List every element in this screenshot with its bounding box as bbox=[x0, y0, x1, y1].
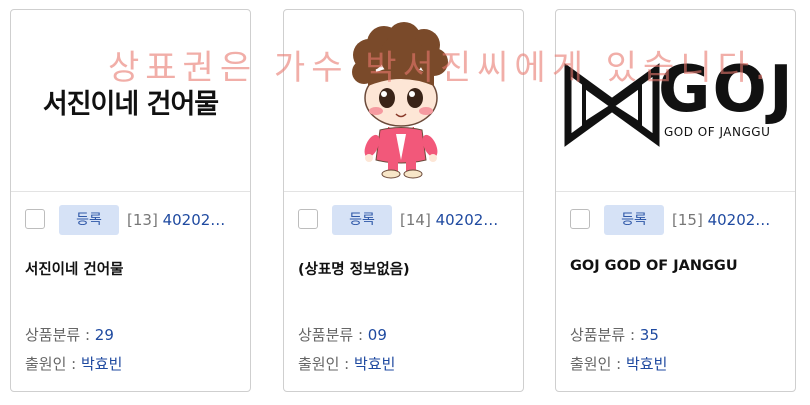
trademark-title[interactable]: 서진이네 건어물 bbox=[25, 258, 241, 279]
product-class-label: 상품분류 : bbox=[25, 326, 95, 344]
product-class-value: 09 bbox=[367, 326, 387, 344]
trademark-thumbnail[interactable]: 서진이네 건어물 bbox=[11, 10, 250, 192]
application-number[interactable]: [15] 40202… bbox=[672, 211, 784, 229]
applicant-value: 박효빈 bbox=[626, 355, 668, 373]
status-badge: 등록 bbox=[332, 205, 392, 235]
application-number[interactable]: [14] 40202… bbox=[400, 211, 512, 229]
application-number-link[interactable]: 40202… bbox=[708, 211, 771, 229]
applicant-value: 박효빈 bbox=[354, 355, 396, 373]
cartoon-character-image bbox=[352, 22, 448, 179]
trademark-card[interactable]: 서진이네 건어물 등록 [13] 40202… 서진이네 건어물 상품분류 : … bbox=[10, 9, 251, 392]
product-class-label: 상품분류 : bbox=[298, 326, 368, 344]
select-checkbox[interactable] bbox=[25, 209, 45, 229]
status-badge: 등록 bbox=[604, 205, 664, 235]
product-class-row: 상품분류 : 09 bbox=[298, 324, 387, 345]
trademark-title[interactable]: GOJ GOD OF JANGGU bbox=[570, 258, 786, 274]
product-class-value: 29 bbox=[94, 326, 114, 344]
trademark-card[interactable]: 등록 [14] 40202… (상표명 정보없음) 상품분류 : 09 출원인 … bbox=[283, 9, 524, 392]
thumbnail-subtext: GOD OF JANGGU bbox=[664, 125, 771, 139]
applicant-row: 출원인 : 박효빈 bbox=[25, 353, 122, 374]
result-index: [14] bbox=[400, 211, 431, 229]
trademark-thumbnail[interactable] bbox=[284, 10, 523, 192]
applicant-value: 박효빈 bbox=[81, 355, 123, 373]
product-class-value: 35 bbox=[639, 326, 659, 344]
applicant-label: 출원인 : bbox=[570, 355, 626, 373]
trademark-card[interactable]: GOJ GOD OF JANGGU 등록 [15] 40202… GOJ GOD… bbox=[555, 9, 796, 392]
result-index: [15] bbox=[672, 211, 703, 229]
applicant-label: 출원인 : bbox=[298, 355, 354, 373]
trademark-thumbnail[interactable]: GOJ GOD OF JANGGU bbox=[556, 10, 795, 192]
applicant-row: 출원인 : 박효빈 bbox=[298, 353, 395, 374]
product-class-label: 상품분류 : bbox=[570, 326, 640, 344]
thumbnail-wordmark: 서진이네 건어물 bbox=[42, 89, 219, 120]
result-index: [13] bbox=[127, 211, 158, 229]
thumbnail-wordmark: GOJ bbox=[658, 53, 795, 127]
trademark-title[interactable]: (상표명 정보없음) bbox=[298, 258, 514, 279]
status-badge: 등록 bbox=[59, 205, 119, 235]
bowtie-logo-icon bbox=[564, 63, 660, 147]
product-class-row: 상품분류 : 35 bbox=[570, 324, 659, 345]
application-number[interactable]: [13] 40202… bbox=[127, 211, 239, 229]
select-checkbox[interactable] bbox=[298, 209, 318, 229]
select-checkbox[interactable] bbox=[570, 209, 590, 229]
applicant-row: 출원인 : 박효빈 bbox=[570, 353, 667, 374]
application-number-link[interactable]: 40202… bbox=[436, 211, 499, 229]
applicant-label: 출원인 : bbox=[25, 355, 81, 373]
application-number-link[interactable]: 40202… bbox=[163, 211, 226, 229]
product-class-row: 상품분류 : 29 bbox=[25, 324, 114, 345]
